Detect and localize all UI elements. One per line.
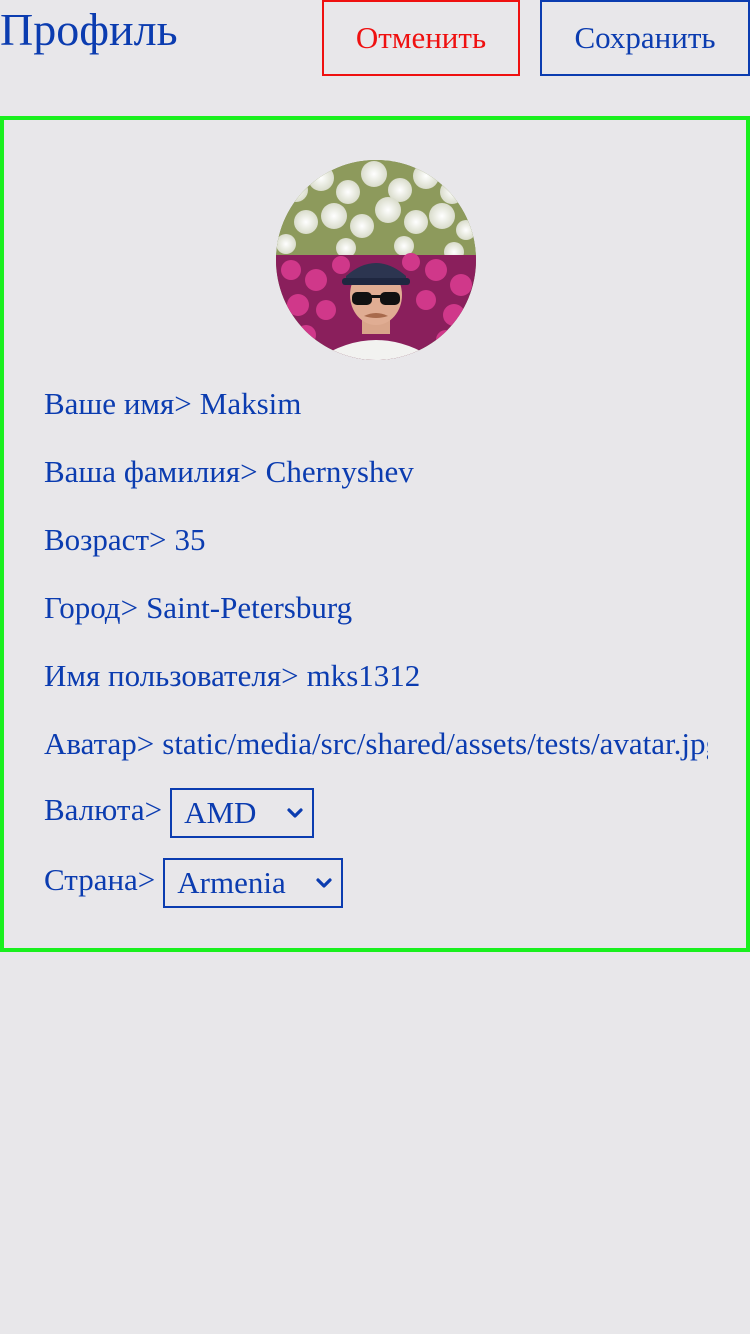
- first-name-label: Ваше имя>: [44, 386, 192, 421]
- cancel-button[interactable]: Отменить: [322, 0, 520, 76]
- save-button[interactable]: Сохранить: [540, 0, 750, 76]
- chevron-down-icon: [287, 808, 303, 818]
- country-field: Страна> Armenia: [44, 858, 344, 908]
- currency-select[interactable]: AMD: [170, 788, 315, 838]
- profile-card: Ваше имя> Maksim Ваша фамилия> Chernyshev …: [0, 116, 750, 952]
- page-header: Профиль Отменить Сохранить: [0, 0, 750, 80]
- age-field: Возраст> 35: [44, 520, 205, 560]
- chevron-down-icon: [316, 878, 332, 888]
- page-title: Профиль: [0, 4, 178, 55]
- first-name-value[interactable]: Maksim: [200, 386, 302, 421]
- last-name-value[interactable]: Chernyshev: [266, 454, 414, 489]
- country-select[interactable]: Armenia: [163, 858, 344, 908]
- country-label: Страна>: [44, 862, 156, 898]
- last-name-label: Ваша фамилия>: [44, 454, 258, 489]
- last-name-field: Ваша фамилия> Chernyshev: [44, 452, 414, 492]
- avatar: [276, 160, 476, 360]
- username-value[interactable]: mks1312: [307, 658, 421, 693]
- city-field: Город> Saint-Petersburg: [44, 588, 352, 628]
- currency-selected-value: AMD: [184, 795, 257, 830]
- profile-page: Профиль Отменить Сохранить Ваше имя> Mak…: [0, 0, 750, 1334]
- currency-field: Валюта> AMD: [44, 788, 315, 838]
- avatar-value[interactable]: static/media/src/shared/assets/tests/ava…: [162, 726, 708, 761]
- city-label: Город>: [44, 590, 139, 625]
- username-field: Имя пользователя> mks1312: [44, 656, 420, 696]
- country-selected-value: Armenia: [177, 865, 286, 900]
- age-label: Возраст>: [44, 522, 167, 557]
- age-value[interactable]: 35: [174, 522, 205, 557]
- first-name-field: Ваше имя> Maksim: [44, 384, 301, 424]
- username-label: Имя пользователя>: [44, 658, 299, 693]
- avatar-field: Аватар> static/media/src/shared/assets/te…: [44, 724, 708, 764]
- avatar-image: [276, 160, 476, 360]
- city-value[interactable]: Saint-Petersburg: [146, 590, 352, 625]
- currency-label: Валюта>: [44, 792, 163, 828]
- avatar-label: Аватар>: [44, 726, 155, 761]
